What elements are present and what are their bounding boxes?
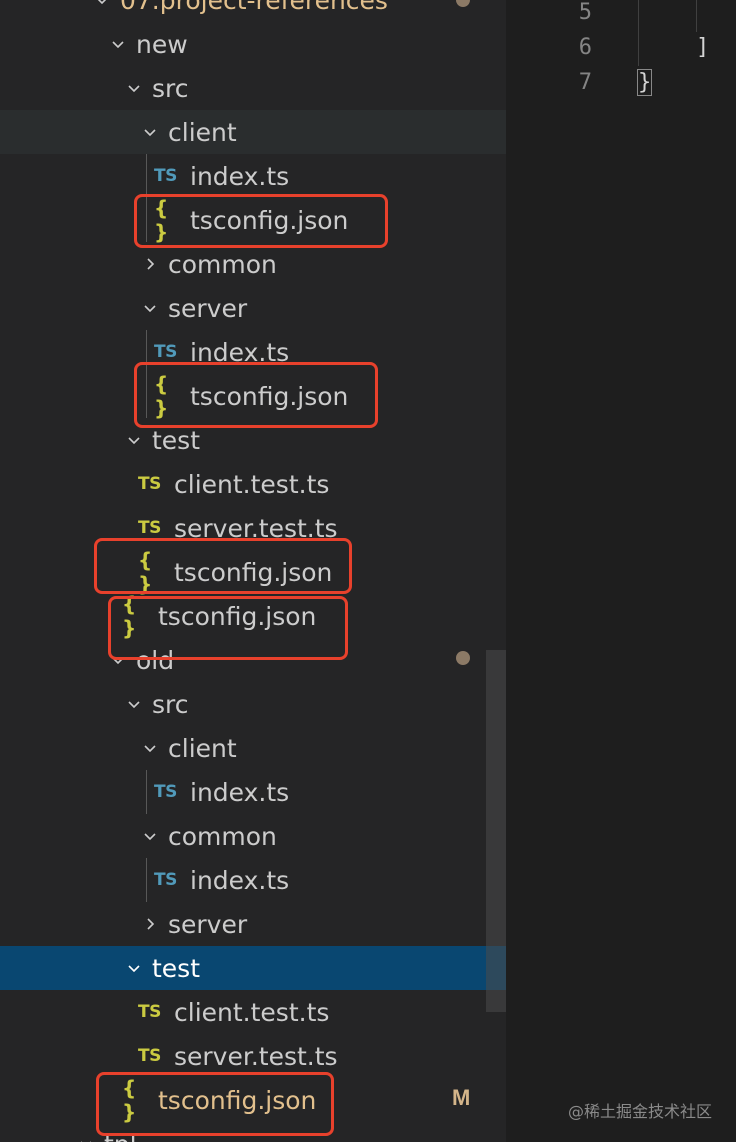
folder-row-new[interactable]: new [0,22,506,66]
chevron-down-icon [142,814,158,858]
folder-row-src[interactable]: src [0,682,506,726]
folder-label: server [168,293,248,323]
folder-label: src [152,73,189,103]
folder-row-test-selected[interactable]: test [0,946,506,990]
typescript-file-icon: TS [154,870,177,890]
modified-dot-icon [456,651,470,665]
typescript-file-icon: TS [154,782,177,802]
indent-guide [696,0,697,32]
file-label: index.ts [190,161,290,191]
folder-row-server[interactable]: server [0,286,506,330]
folder-row-root[interactable]: 07.project-references [0,0,506,22]
file-row-client-test[interactable]: TS client.test.ts [0,990,506,1034]
chevron-down-icon [110,22,126,66]
typescript-test-file-icon: TS [138,474,161,494]
folder-row-client[interactable]: client [0,726,506,770]
highlight-box [94,538,352,594]
file-row-index-ts[interactable]: TS index.ts [0,154,506,198]
folder-label: client [168,733,237,763]
chevron-down-icon [126,66,142,110]
folder-row-common[interactable]: common [0,814,506,858]
highlight-box [108,596,348,660]
folder-row-src[interactable]: src [0,66,506,110]
file-label: index.ts [190,865,290,895]
file-label: server.test.ts [174,1041,338,1071]
highlight-box [134,362,378,428]
folder-label: common [168,821,277,851]
highlight-box [96,1072,334,1136]
folder-label: common [168,249,277,279]
chevron-right-icon [142,902,158,946]
file-label: index.ts [190,777,290,807]
folder-label: test [152,953,201,983]
typescript-file-icon: TS [154,166,177,186]
file-row-index-ts[interactable]: TS index.ts [0,770,506,814]
chevron-down-icon [142,726,158,770]
scrollbar[interactable] [486,650,506,1012]
highlight-box [134,194,388,248]
folder-label: src [152,689,189,719]
chevron-down-icon [126,682,142,726]
code-editor[interactable]: 5 6 7 ] } [506,0,736,1142]
file-row-client-test[interactable]: TS client.test.ts [0,462,506,506]
folder-label: new [136,29,188,59]
file-row-index-ts[interactable]: TS index.ts [0,858,506,902]
file-explorer: 07.project-references new src client TS … [0,0,506,1142]
chevron-down-icon [142,286,158,330]
chevron-right-icon [142,242,158,286]
chevron-down-icon [142,110,158,154]
chevron-down-icon [94,0,110,22]
file-label: client.test.ts [174,997,330,1027]
file-label: client.test.ts [174,469,330,499]
folder-label: server [168,909,248,939]
watermark: @稀土掘金技术社区 [567,1102,712,1121]
indent-guide [638,0,639,66]
code-line: ] [696,35,710,60]
folder-label: 07.project-references [120,0,388,15]
chevron-down-icon [126,946,142,990]
folder-row-client[interactable]: client [0,110,506,154]
folder-label: client [168,117,237,147]
line-number: 7 [578,70,592,95]
line-number: 6 [578,35,592,60]
folder-label: test [152,425,201,455]
typescript-test-file-icon: TS [138,1002,161,1022]
modified-status-badge: M [452,1085,471,1110]
folder-row-server[interactable]: server [0,902,506,946]
chevron-down-icon [78,1122,94,1142]
line-number: 5 [578,0,592,25]
folder-row-common[interactable]: common [0,242,506,286]
code-line: } [636,69,653,96]
